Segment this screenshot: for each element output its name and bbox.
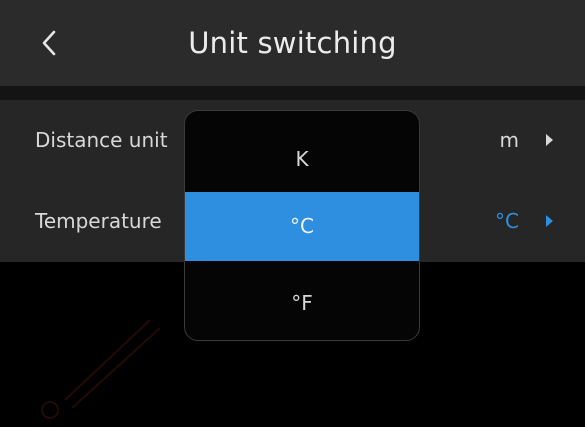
distance-unit-label: Distance unit <box>35 128 168 152</box>
header-divider <box>0 86 585 100</box>
distance-unit-value: m <box>499 128 519 152</box>
option-kelvin[interactable]: K <box>185 123 419 195</box>
unit-switching-screen: Unit switching Distance unit m Temperatu… <box>0 0 585 427</box>
temperature-unit-value: °C <box>495 209 519 233</box>
option-fahrenheit[interactable]: °F <box>185 267 419 339</box>
header-bar: Unit switching <box>0 0 585 86</box>
caret-right-icon <box>546 215 553 227</box>
temperature-unit-label: Temperature <box>35 209 162 233</box>
temperature-unit-dropdown: K °C °F <box>184 110 420 341</box>
option-celsius[interactable]: °C <box>185 192 419 261</box>
page-title: Unit switching <box>188 26 397 60</box>
caret-right-icon <box>546 134 553 146</box>
